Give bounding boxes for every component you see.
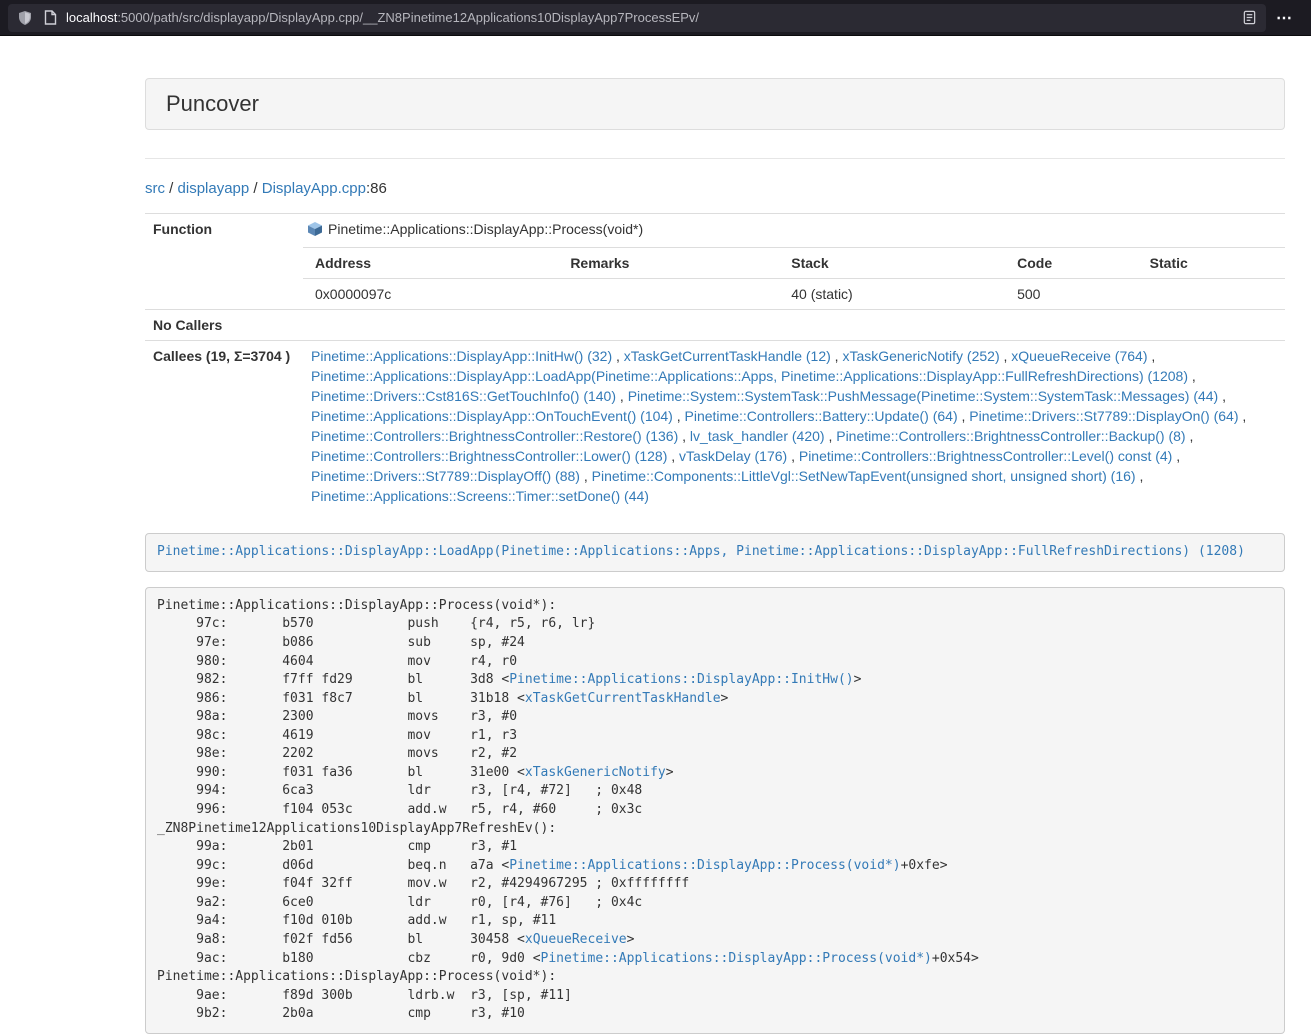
callers-cell <box>303 310 1285 341</box>
address-value: 0x0000097c <box>303 279 558 310</box>
function-detail-row: Address Remarks Stack Code Static 0x0000… <box>145 248 1285 310</box>
callee-link[interactable]: xQueueReceive (764) <box>1011 348 1147 364</box>
disasm-symbol-link[interactable]: Pinetime::Applications::DisplayApp::Proc… <box>509 858 900 873</box>
app-header-panel: Puncover <box>145 78 1285 130</box>
callee-link[interactable]: xTaskGenericNotify (252) <box>842 348 999 364</box>
disasm-symbol-link[interactable]: xTaskGenericNotify <box>525 765 666 780</box>
callee-link[interactable]: Pinetime::Controllers::BrightnessControl… <box>311 448 667 464</box>
breadcrumb-link[interactable]: src <box>145 180 165 197</box>
no-callers-row: No Callers <box>145 310 1285 341</box>
url-text: localhost:5000/path/src/displayapp/Displ… <box>66 10 1233 25</box>
column-header-static: Static <box>1138 248 1285 279</box>
url-path: :5000/path/src/displayapp/DisplayApp.cpp… <box>117 10 699 25</box>
disasm-symbol-link[interactable]: Pinetime::Applications::DisplayApp::Init… <box>509 672 853 687</box>
breadcrumb: src / displayapp / DisplayApp.cpp:86 <box>145 179 1285 199</box>
callees-list: Pinetime::Applications::DisplayApp::Init… <box>303 341 1285 512</box>
page-title: Puncover <box>166 91 1264 117</box>
highlighted-symbol-box: Pinetime::Applications::DisplayApp::Load… <box>145 533 1285 572</box>
function-name-cell: Pinetime::Applications::DisplayApp::Proc… <box>303 214 1285 248</box>
column-header-stack: Stack <box>779 248 1005 279</box>
shield-icon[interactable] <box>16 9 34 27</box>
function-row-label: Function <box>145 214 303 248</box>
breadcrumb-link[interactable]: displayapp <box>178 180 250 197</box>
function-row: Function Pinetime::Applications::Display… <box>145 214 1285 248</box>
callee-link[interactable]: Pinetime::Components::LittleVgl::SetNewT… <box>592 468 1136 484</box>
code-value: 500 <box>1005 279 1138 310</box>
callee-link[interactable]: xTaskGetCurrentTaskHandle (12) <box>624 348 831 364</box>
column-header-remarks: Remarks <box>558 248 779 279</box>
disasm-symbol-link[interactable]: xTaskGetCurrentTaskHandle <box>525 691 721 706</box>
callee-link[interactable]: Pinetime::Applications::DisplayApp::Init… <box>311 348 612 364</box>
disasm-symbol-link[interactable]: Pinetime::Applications::DisplayApp::Proc… <box>541 951 932 966</box>
no-callers-label: No Callers <box>145 310 303 341</box>
callee-link[interactable]: lv_task_handler (420) <box>690 428 825 444</box>
callee-link[interactable]: Pinetime::Controllers::BrightnessControl… <box>836 428 1185 444</box>
function-table: Function Pinetime::Applications::Display… <box>145 213 1285 511</box>
callees-label: Callees (19, Σ=3704 ) <box>145 341 303 512</box>
overflow-menu-icon[interactable]: ⋯ <box>1266 8 1303 28</box>
url-bar[interactable]: localhost:5000/path/src/displayapp/Displ… <box>8 4 1266 32</box>
callee-link[interactable]: Pinetime::Controllers::Battery::Update()… <box>685 408 958 424</box>
callee-link[interactable]: Pinetime::Drivers::Cst816S::GetTouchInfo… <box>311 388 616 404</box>
divider <box>145 158 1285 159</box>
stats-header-row: Address Remarks Stack Code Static <box>303 248 1285 279</box>
column-header-code: Code <box>1005 248 1138 279</box>
function-stats-table: Address Remarks Stack Code Static 0x0000… <box>303 248 1285 309</box>
empty-row-label <box>145 248 303 310</box>
page-info-icon[interactable] <box>41 9 59 27</box>
callee-link[interactable]: vTaskDelay (176) <box>679 448 787 464</box>
browser-toolbar: localhost:5000/path/src/displayapp/Displ… <box>0 0 1311 36</box>
highlighted-symbol-link[interactable]: Pinetime::Applications::DisplayApp::Load… <box>157 544 1245 559</box>
function-stats-cell: Address Remarks Stack Code Static 0x0000… <box>303 248 1285 310</box>
cube-icon <box>307 221 323 242</box>
static-value <box>1138 279 1285 310</box>
disassembly-code: Pinetime::Applications::DisplayApp::Proc… <box>145 587 1285 1034</box>
url-host: localhost <box>66 10 117 25</box>
callees-row: Callees (19, Σ=3704 ) Pinetime::Applicat… <box>145 341 1285 512</box>
callee-link[interactable]: Pinetime::Drivers::St7789::DisplayOn() (… <box>969 408 1238 424</box>
callee-link[interactable]: Pinetime::Controllers::BrightnessControl… <box>799 448 1172 464</box>
callee-link[interactable]: Pinetime::Drivers::St7789::DisplayOff() … <box>311 468 580 484</box>
stack-value: 40 (static) <box>779 279 1005 310</box>
page-container: Puncover src / displayapp / DisplayApp.c… <box>145 78 1285 1034</box>
reader-view-icon[interactable] <box>1240 9 1258 27</box>
remarks-value <box>558 279 779 310</box>
callee-link[interactable]: Pinetime::Controllers::BrightnessControl… <box>311 428 678 444</box>
function-name: Pinetime::Applications::DisplayApp::Proc… <box>328 221 643 237</box>
disasm-symbol-link[interactable]: xQueueReceive <box>525 932 627 947</box>
callee-link[interactable]: Pinetime::System::SystemTask::PushMessag… <box>628 388 1219 404</box>
stats-value-row: 0x0000097c 40 (static) 500 <box>303 279 1285 310</box>
column-header-address: Address <box>303 248 558 279</box>
breadcrumb-link[interactable]: DisplayApp.cpp <box>262 180 366 197</box>
callee-link[interactable]: Pinetime::Applications::Screens::Timer::… <box>311 488 649 504</box>
callee-link[interactable]: Pinetime::Applications::DisplayApp::Load… <box>311 368 1188 384</box>
callee-link[interactable]: Pinetime::Applications::DisplayApp::OnTo… <box>311 408 673 424</box>
